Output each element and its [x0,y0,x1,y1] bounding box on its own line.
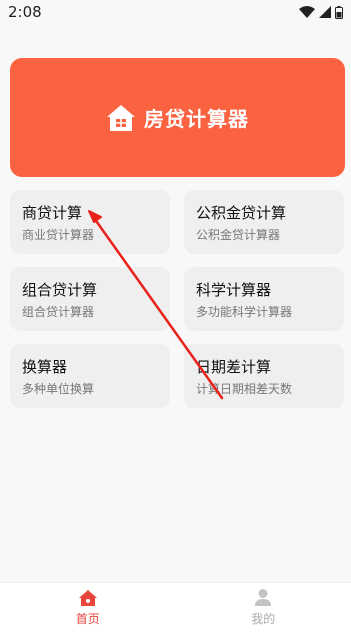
commercial-loan-card[interactable]: 商贷计算 商业贷计算器 [10,190,170,254]
wifi-icon [299,6,315,18]
card-title: 科学计算器 [196,280,332,300]
status-bar: 2:08 [0,0,351,24]
status-icons [299,6,343,19]
card-title: 公积金贷计算 [196,203,332,223]
battery-icon [335,6,343,19]
date-difference-card[interactable]: 日期差计算 计算日期相差天数 [184,344,344,408]
card-subtitle: 商业贷计算器 [22,227,158,243]
bottom-nav: 首页 我的 [0,582,351,632]
card-title: 商贷计算 [22,203,158,223]
unit-converter-card[interactable]: 换算器 多种单位换算 [10,344,170,408]
signal-icon [319,6,331,18]
nav-item-home[interactable]: 首页 [0,583,176,632]
card-subtitle: 计算日期相差天数 [196,381,332,397]
card-subtitle: 多种单位换算 [22,381,158,397]
card-title: 换算器 [22,357,158,377]
combined-loan-card[interactable]: 组合贷计算 组合贷计算器 [10,267,170,331]
nav-item-profile[interactable]: 我的 [176,583,351,632]
scientific-calculator-card[interactable]: 科学计算器 多功能科学计算器 [184,267,344,331]
nav-label-home: 首页 [76,610,100,627]
mortgage-calculator-banner[interactable]: 房贷计算器 [10,58,345,177]
card-title: 日期差计算 [196,357,332,377]
banner-title: 房贷计算器 [144,103,249,132]
status-time: 2:08 [8,3,42,21]
house-icon [106,104,136,132]
card-subtitle: 公积金贷计算器 [196,227,332,243]
nav-label-profile: 我的 [251,610,275,627]
user-icon [254,588,272,607]
card-subtitle: 组合贷计算器 [22,304,158,320]
home-icon [78,589,98,607]
card-title: 组合贷计算 [22,280,158,300]
card-subtitle: 多功能科学计算器 [196,304,332,320]
provident-fund-loan-card[interactable]: 公积金贷计算 公积金贷计算器 [184,190,344,254]
